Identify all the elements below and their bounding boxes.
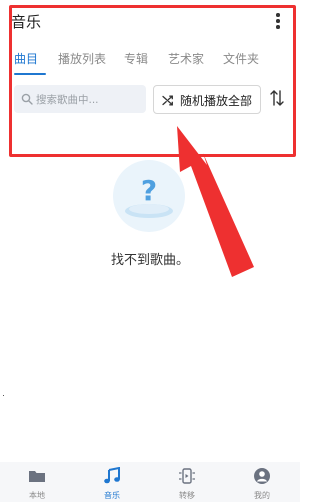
sort-arrows-icon[interactable] bbox=[270, 89, 284, 107]
nav-label-music: 音乐 bbox=[104, 491, 120, 500]
search-input[interactable]: 搜索歌曲中... bbox=[14, 85, 146, 113]
more-vertical-icon[interactable] bbox=[270, 11, 286, 31]
tab-albums[interactable]: 专辑 bbox=[124, 50, 148, 67]
nav-label-transfer: 转移 bbox=[179, 491, 195, 500]
tab-playlists[interactable]: 播放列表 bbox=[58, 50, 106, 67]
nav-item-local[interactable]: 本地 bbox=[7, 462, 67, 502]
tab-artists[interactable]: 艺术家 bbox=[168, 50, 204, 67]
bottom-nav: 本地 音乐 转移 我的 bbox=[0, 462, 300, 502]
tab-active-indicator bbox=[14, 73, 46, 75]
profile-icon bbox=[254, 468, 270, 484]
nav-item-music[interactable]: 音乐 bbox=[82, 462, 142, 502]
shuffle-all-button[interactable]: 随机播放全部 bbox=[153, 85, 261, 114]
nav-label-profile: 我的 bbox=[254, 491, 270, 500]
shuffle-icon bbox=[162, 95, 173, 106]
search-placeholder: 搜索歌曲中... bbox=[36, 94, 99, 106]
search-icon bbox=[21, 93, 33, 105]
empty-state-illustration: ? bbox=[113, 160, 185, 232]
tab-folders[interactable]: 文件夹 bbox=[223, 50, 259, 67]
nav-item-profile[interactable]: 我的 bbox=[232, 462, 292, 502]
svg-text:?: ? bbox=[141, 174, 157, 207]
shuffle-all-label: 随机播放全部 bbox=[180, 94, 253, 108]
transfer-icon bbox=[179, 468, 195, 484]
page-title: 音乐 bbox=[11, 13, 42, 31]
stray-dot bbox=[3, 395, 4, 396]
nav-label-local: 本地 bbox=[29, 491, 45, 500]
music-note-icon bbox=[104, 467, 120, 484]
empty-state-message: 找不到歌曲。 bbox=[110, 253, 189, 268]
nav-item-transfer[interactable]: 转移 bbox=[157, 462, 217, 502]
tab-tracks[interactable]: 曲目 bbox=[14, 50, 38, 67]
tab-bar: 曲目 播放列表 专辑 艺术家 文件夹 bbox=[0, 48, 300, 75]
app-header: 音乐 bbox=[0, 0, 300, 40]
question-mark-icon: ? bbox=[125, 174, 173, 218]
folder-icon bbox=[29, 471, 45, 482]
